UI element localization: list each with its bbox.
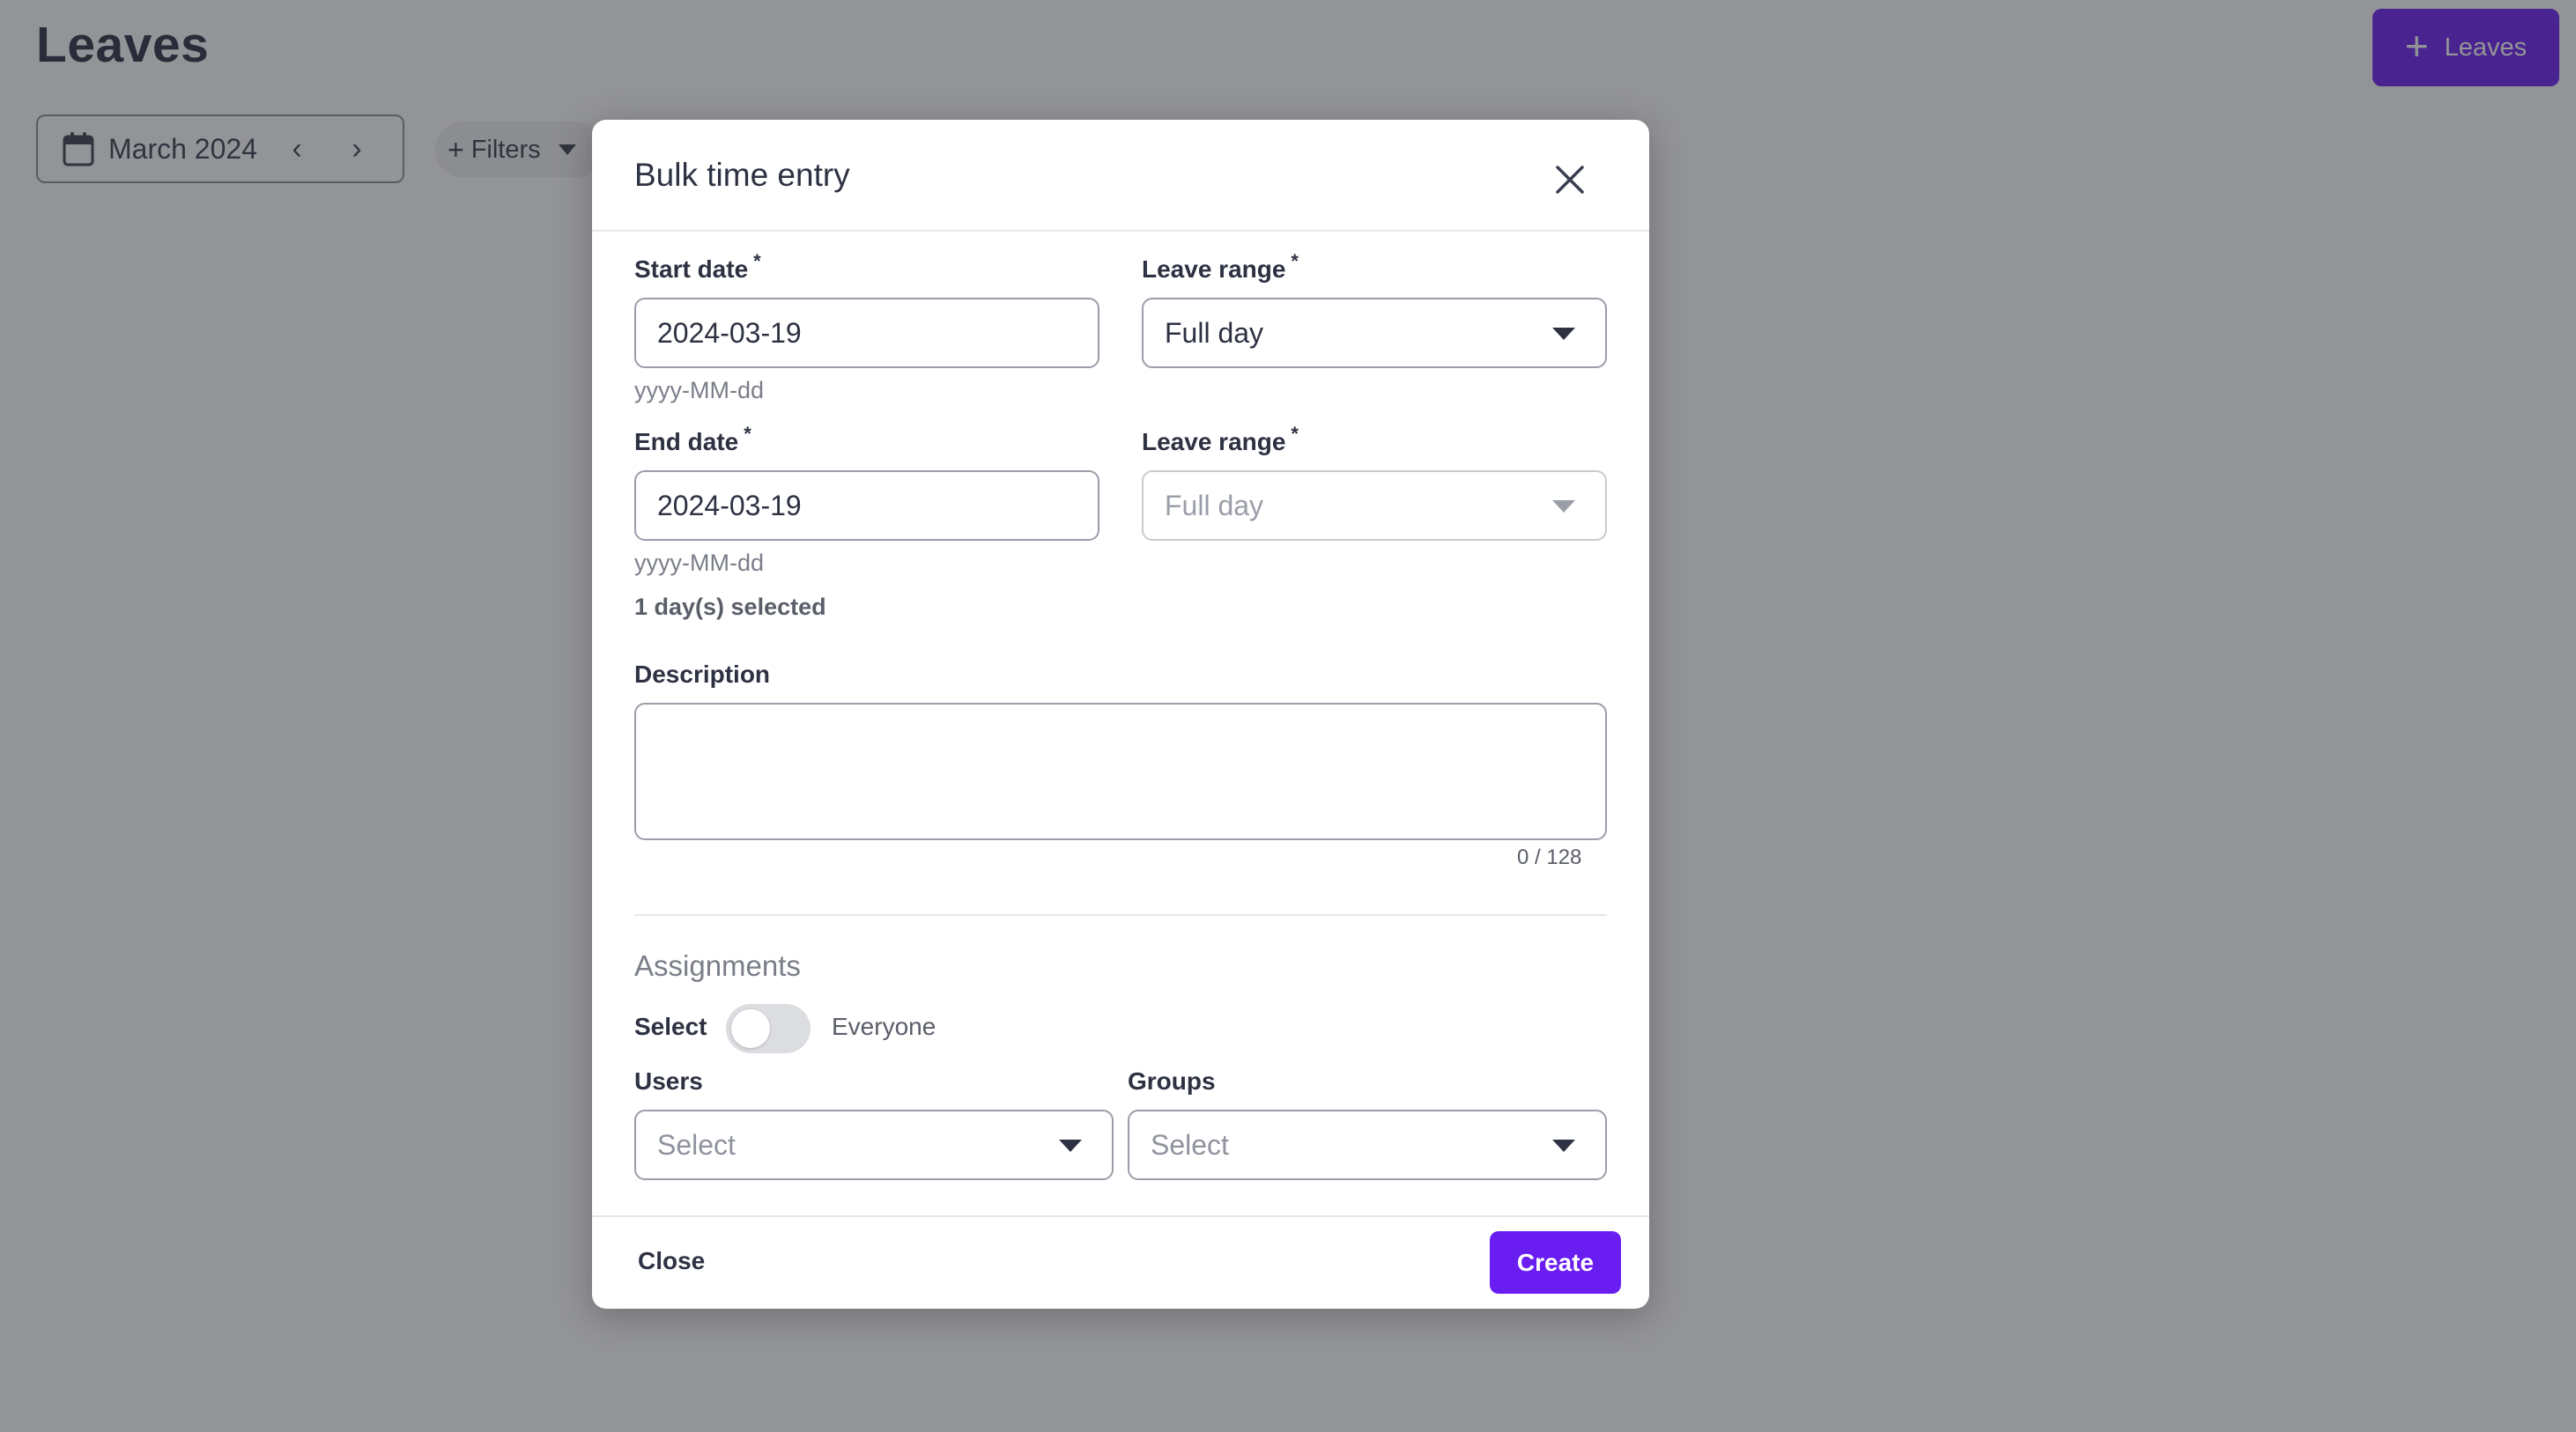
start-date-input[interactable]: 2024-03-19: [634, 298, 1099, 368]
end-date-value: 2024-03-19: [657, 489, 802, 521]
end-date-label: End date *: [634, 423, 751, 455]
start-leave-range-value: Full day: [1165, 316, 1264, 349]
bulk-time-entry-modal: Bulk time entry Start date * 2024-03-19 y…: [592, 120, 1649, 1309]
caret-down-icon: [1059, 1140, 1082, 1152]
description-textarea[interactable]: [634, 703, 1607, 840]
toggle-everyone-label: Everyone: [832, 1013, 936, 1040]
users-placeholder: Select: [657, 1128, 736, 1161]
users-select[interactable]: Select: [634, 1110, 1114, 1180]
end-leave-range-value: Full day: [1165, 489, 1264, 521]
caret-down-icon: [1552, 500, 1575, 513]
assignments-title: Assignments: [634, 949, 801, 982]
start-leave-range-select[interactable]: Full day: [1142, 298, 1607, 368]
end-leave-range-select[interactable]: Full day: [1142, 470, 1607, 541]
divider: [634, 914, 1607, 916]
users-label: Users: [634, 1067, 703, 1095]
end-date-hint: yyyy-MM-dd: [634, 550, 764, 576]
modal-title: Bulk time entry: [634, 157, 850, 193]
start-date-hint: yyyy-MM-dd: [634, 377, 764, 403]
close-icon[interactable]: [1554, 164, 1586, 196]
toggle-knob: [731, 1009, 770, 1048]
start-date-value: 2024-03-19: [657, 316, 802, 349]
groups-select[interactable]: Select: [1128, 1110, 1607, 1180]
caret-down-icon: [1552, 328, 1575, 340]
days-selected-text: 1 day(s) selected: [634, 594, 826, 620]
groups-label: Groups: [1128, 1067, 1216, 1095]
description-counter: 0 / 128: [1517, 845, 1582, 869]
description-label: Description: [634, 661, 771, 688]
caret-down-icon: [1552, 1140, 1575, 1152]
modal-footer: Close Create: [592, 1215, 1649, 1309]
groups-placeholder: Select: [1151, 1128, 1229, 1161]
start-date-label: Start date *: [634, 250, 761, 283]
end-leave-range-label: Leave range *: [1142, 423, 1299, 455]
end-date-input[interactable]: 2024-03-19: [634, 470, 1099, 541]
modal-header: Bulk time entry: [592, 120, 1649, 232]
everyone-toggle[interactable]: [726, 1004, 811, 1053]
start-leave-range-label: Leave range *: [1142, 250, 1299, 283]
toggle-select-label: Select: [634, 1013, 707, 1040]
create-button[interactable]: Create: [1490, 1231, 1621, 1294]
close-button[interactable]: Close: [638, 1247, 705, 1275]
